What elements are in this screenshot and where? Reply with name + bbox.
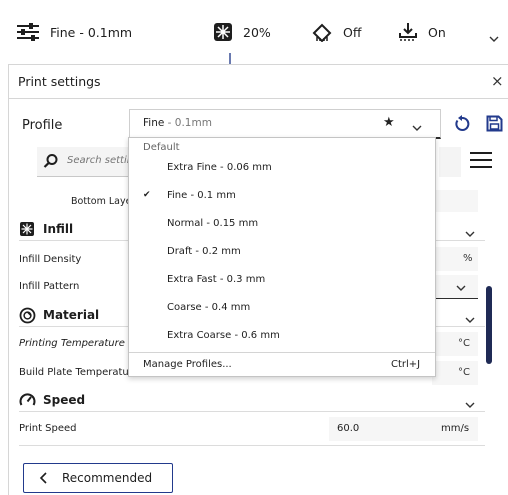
speed-section-header[interactable]: Speed bbox=[19, 388, 485, 412]
manage-profiles-item[interactable]: Manage Profiles... Ctrl+J bbox=[129, 353, 435, 377]
divider bbox=[19, 445, 485, 446]
recommended-button-label: Recommended bbox=[62, 471, 153, 485]
infill-icon bbox=[19, 221, 35, 241]
settings-scrollbar[interactable] bbox=[486, 286, 492, 364]
dropdown-item-label: Fine - 0.1 mm bbox=[167, 190, 236, 201]
infill-density-unit: % bbox=[463, 253, 473, 264]
panel-title: Print settings bbox=[18, 74, 101, 89]
printing-temperature-unit: °C bbox=[458, 338, 470, 349]
adhesion-icon bbox=[399, 23, 417, 41]
print-speed-value: 60.0 bbox=[337, 423, 360, 434]
support-icon bbox=[312, 23, 332, 42]
profile-label: Profile bbox=[22, 118, 63, 133]
favorite-star-icon[interactable]: ★ bbox=[383, 115, 395, 130]
profile-select[interactable]: Fine - 0.1mm ★ bbox=[129, 109, 441, 139]
bottom-layers-field[interactable] bbox=[432, 190, 478, 212]
recommended-button[interactable]: Recommended bbox=[23, 463, 173, 493]
save-profile-icon[interactable] bbox=[486, 115, 503, 136]
profile-select-value: Fine - 0.1mm bbox=[143, 117, 212, 129]
printing-temperature-field[interactable] bbox=[432, 332, 478, 356]
speed-section-title: Speed bbox=[43, 393, 86, 407]
top-toolbar: Fine - 0.1mm 20% Off On bbox=[0, 0, 508, 64]
toolbar-support-label: Off bbox=[343, 24, 362, 40]
search-box-end bbox=[439, 147, 461, 177]
toolbar-profile-button[interactable]: Fine - 0.1mm bbox=[16, 22, 132, 42]
chevron-left-icon bbox=[39, 472, 49, 488]
toolbar-support-button[interactable]: Off bbox=[311, 22, 361, 42]
dropdown-item-label: Extra Coarse - 0.6 mm bbox=[167, 330, 280, 341]
search-input[interactable] bbox=[67, 155, 137, 166]
dropdown-item-label: Draft - 0.2 mm bbox=[167, 246, 241, 257]
build-plate-temperature-unit: °C bbox=[458, 367, 470, 378]
dropdown-item-fine[interactable]: ✔ Fine - 0.1 mm bbox=[129, 184, 435, 210]
settings-menu-icon[interactable] bbox=[470, 151, 492, 173]
panel-header: Print settings × bbox=[9, 65, 508, 99]
toolbar-adhesion-label: On bbox=[428, 24, 446, 40]
toolbar-adhesion-button[interactable]: On bbox=[398, 22, 446, 42]
manage-profiles-shortcut: Ctrl+J bbox=[391, 359, 421, 370]
dropdown-item-coarse[interactable]: Coarse - 0.4 mm bbox=[129, 296, 435, 322]
chevron-down-icon bbox=[412, 117, 422, 136]
infill-icon bbox=[214, 23, 232, 41]
check-icon: ✔ bbox=[143, 190, 151, 200]
dropdown-item-label: Extra Fine - 0.06 mm bbox=[167, 162, 272, 173]
material-section-title: Material bbox=[43, 308, 100, 322]
chevron-down-icon bbox=[465, 309, 475, 328]
chevron-down-icon bbox=[456, 285, 466, 291]
manage-profiles-label: Manage Profiles... bbox=[143, 359, 232, 370]
reset-profile-icon[interactable] bbox=[453, 115, 471, 137]
dropdown-item-extra-fine[interactable]: Extra Fine - 0.06 mm bbox=[129, 156, 435, 182]
print-speed-unit: mm/s bbox=[441, 423, 470, 434]
settings-sliders-icon bbox=[17, 23, 39, 41]
toolbar-profile-label: Fine - 0.1mm bbox=[50, 24, 133, 40]
toolbar-infill-label: 20% bbox=[243, 24, 271, 40]
infill-pattern-select[interactable] bbox=[432, 275, 478, 299]
dropdown-group-label: Default bbox=[143, 142, 180, 153]
dropdown-item-label: Coarse - 0.4 mm bbox=[167, 302, 251, 313]
toolbar-expand-chevron-icon[interactable] bbox=[489, 28, 499, 47]
print-speed-field[interactable]: 60.0 mm/s bbox=[329, 417, 478, 441]
toolbar-infill-button[interactable]: 20% bbox=[213, 22, 271, 42]
dropdown-item-normal[interactable]: Normal - 0.15 mm bbox=[129, 212, 435, 238]
material-icon bbox=[19, 307, 36, 328]
toolbar-marker bbox=[229, 53, 231, 64]
dropdown-item-draft[interactable]: Draft - 0.2 mm bbox=[129, 240, 435, 266]
close-icon[interactable]: × bbox=[491, 72, 504, 90]
dropdown-item-label: Normal - 0.15 mm bbox=[167, 218, 259, 229]
speed-icon bbox=[19, 392, 36, 412]
chevron-down-icon bbox=[465, 394, 475, 413]
infill-section-title: Infill bbox=[43, 222, 74, 236]
build-plate-temperature-field[interactable] bbox=[432, 361, 478, 385]
search-icon bbox=[43, 153, 59, 173]
dropdown-item-label: Extra Fast - 0.3 mm bbox=[167, 274, 266, 285]
dropdown-item-extra-coarse[interactable]: Extra Coarse - 0.6 mm bbox=[129, 324, 435, 350]
dropdown-item-extra-fast[interactable]: Extra Fast - 0.3 mm bbox=[129, 268, 435, 294]
search-settings-box bbox=[37, 147, 137, 177]
profile-dropdown-menu: Default Extra Fine - 0.06 mm ✔ Fine - 0.… bbox=[128, 137, 436, 377]
chevron-down-icon bbox=[465, 223, 475, 242]
